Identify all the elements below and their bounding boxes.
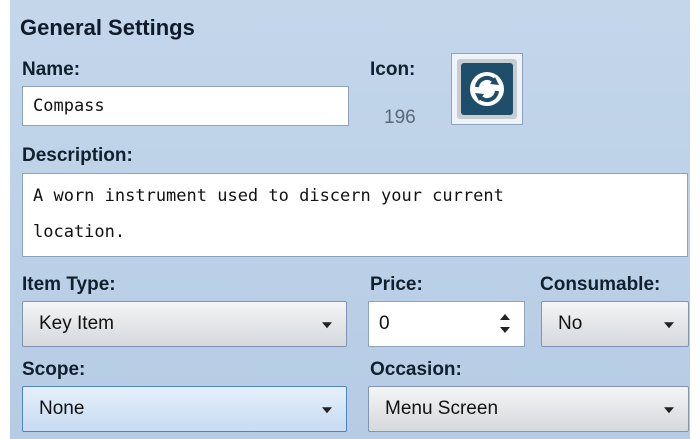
consumable-dropdown[interactable]: No xyxy=(541,301,689,347)
panel-right-margin xyxy=(690,0,700,439)
description-line-1: A worn instrument used to discern your c… xyxy=(33,186,504,206)
general-settings-panel: General Settings Name: Compass Icon: 196… xyxy=(0,0,700,439)
chevron-down-icon xyxy=(664,407,674,414)
occasion-label: Occasion: xyxy=(370,359,462,380)
section-title: General Settings xyxy=(20,15,195,40)
name-label: Name: xyxy=(22,59,81,80)
price-stepper[interactable]: 0 xyxy=(368,301,525,347)
description-label: Description: xyxy=(22,145,133,166)
scope-value: None xyxy=(39,398,85,419)
consumable-value: No xyxy=(558,313,583,334)
item-type-label: Item Type: xyxy=(22,274,116,295)
spin-down-icon[interactable] xyxy=(500,327,510,333)
chevron-down-icon xyxy=(322,407,332,414)
item-type-dropdown[interactable]: Key Item xyxy=(22,301,347,347)
chevron-down-icon xyxy=(664,322,674,329)
item-type-value: Key Item xyxy=(39,313,114,334)
chevron-down-icon xyxy=(322,322,332,329)
name-field[interactable]: Compass xyxy=(22,86,349,126)
description-line-2: location. xyxy=(33,222,126,242)
icon-picker[interactable] xyxy=(451,53,523,125)
price-value: 0 xyxy=(379,313,390,334)
consumable-label: Consumable: xyxy=(540,274,661,295)
name-field-value: Compass xyxy=(33,96,105,116)
description-field[interactable]: A worn instrument used to discern your c… xyxy=(22,173,688,257)
occasion-dropdown[interactable]: Menu Screen xyxy=(368,386,689,432)
compass-swirl-icon xyxy=(457,59,517,119)
icon-index: 196 xyxy=(384,107,416,128)
scope-dropdown[interactable]: None xyxy=(22,386,347,432)
panel-left-margin xyxy=(0,0,10,439)
spin-up-icon[interactable] xyxy=(500,314,510,320)
occasion-value: Menu Screen xyxy=(385,398,499,419)
icon-label: Icon: xyxy=(370,59,416,80)
scope-label: Scope: xyxy=(22,359,86,380)
price-label: Price: xyxy=(370,274,423,295)
